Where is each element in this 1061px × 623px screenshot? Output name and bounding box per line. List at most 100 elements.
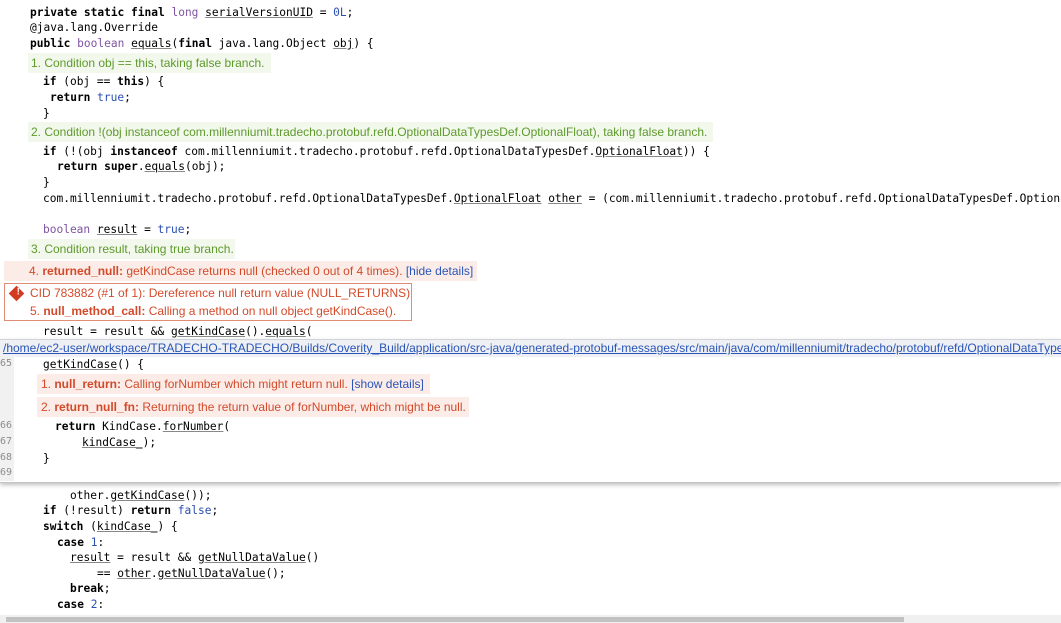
keyword: case bbox=[57, 536, 84, 549]
punct: ( bbox=[83, 520, 97, 533]
code-line-override: @java.lang.Override bbox=[30, 21, 158, 34]
keyword: private static final bbox=[30, 6, 165, 19]
cid-defect-box: ! CID 783882 (#1 of 1): Dereference null… bbox=[4, 283, 412, 321]
code-line-equals-signature: public boolean equals(final java.lang.Ob… bbox=[30, 36, 374, 51]
punct: ; bbox=[346, 6, 354, 19]
keyword: return bbox=[130, 504, 171, 517]
method-name[interactable]: getKindCase bbox=[110, 489, 184, 502]
code-line-other-cast: com.millenniumit.tradecho.protobuf.refd.… bbox=[43, 191, 1061, 206]
code-line-other-getkindcase: other.getKindCase()); bbox=[70, 488, 211, 503]
defect-warning-icon: ! bbox=[8, 285, 25, 302]
identifier: result bbox=[70, 551, 111, 564]
punct: ) { bbox=[353, 37, 374, 50]
code-line-close-brace: } bbox=[43, 452, 50, 465]
code-text: (!result) bbox=[56, 504, 131, 517]
type: boolean bbox=[43, 223, 91, 236]
code-line-serialversionuid: private static final long serialVersionU… bbox=[30, 5, 353, 20]
cid-title[interactable]: CID 783882 (#1 of 1): Dereference null r… bbox=[30, 286, 410, 300]
event-text: Calling forNumber which might return nul… bbox=[121, 377, 352, 391]
code-line-boolean-result: boolean result = true; bbox=[43, 222, 191, 237]
class-name[interactable]: OptionalFloat bbox=[595, 145, 683, 158]
code-text: KindCase. bbox=[95, 420, 163, 433]
punct: : bbox=[97, 598, 105, 611]
class-name[interactable]: OptionalFloat bbox=[454, 192, 542, 205]
punct: ); bbox=[142, 436, 157, 449]
type: long bbox=[171, 6, 199, 19]
keyword: return bbox=[50, 91, 91, 104]
event-text: Returning the return value of forNumber,… bbox=[139, 400, 466, 414]
keyword: if bbox=[43, 145, 57, 158]
event-number: 1. bbox=[41, 377, 55, 391]
event-text: getKindCase returns null (checked 0 out … bbox=[123, 264, 406, 278]
method-name[interactable]: equals bbox=[265, 325, 305, 338]
code-line-return-fornumber: return KindCase.forNumber( bbox=[55, 419, 230, 434]
event-number: 5. bbox=[30, 304, 44, 318]
code-line-result-getkindcase: result = result && getKindCase().equals( bbox=[43, 324, 312, 339]
punct: ; bbox=[184, 223, 192, 236]
method-name[interactable]: forNumber bbox=[163, 420, 224, 433]
punct: ) { bbox=[144, 75, 165, 88]
keyword: case bbox=[57, 598, 84, 611]
method-name[interactable]: getNullDataValue bbox=[198, 551, 306, 564]
code-line-if-not-result: if (!result) return false; bbox=[43, 503, 218, 518]
event-text: Calling a method on null object getKindC… bbox=[145, 304, 397, 318]
method-name[interactable]: getKindCase bbox=[43, 358, 117, 371]
identifier: other bbox=[117, 567, 151, 580]
show-details-link[interactable]: [show details] bbox=[351, 377, 424, 391]
operator: == bbox=[97, 567, 118, 580]
punct: : bbox=[97, 536, 105, 549]
horizontal-scrollbar[interactable] bbox=[0, 615, 1061, 623]
code-line-break: break; bbox=[70, 581, 110, 596]
punct: ( bbox=[223, 420, 231, 433]
line-number: 69 bbox=[0, 467, 13, 478]
punct: () { bbox=[117, 358, 145, 371]
code-text: java.lang.Object bbox=[211, 37, 334, 50]
keyword: public bbox=[30, 37, 71, 50]
line-number: 68 bbox=[0, 452, 13, 463]
code-line-eq-other-nulldata: == other.getNullDataValue(); bbox=[97, 566, 286, 581]
punct: ( bbox=[305, 325, 313, 338]
punct: ) { bbox=[157, 520, 178, 533]
code-text: com.millenniumit.tradecho.protobuf.refd.… bbox=[177, 145, 596, 158]
code-line-return-super: return super.equals(obj); bbox=[57, 159, 225, 174]
hide-details-link[interactable]: [hide details] bbox=[406, 264, 473, 278]
code-text: com.millenniumit.tradecho.protobuf.refd.… bbox=[43, 192, 454, 205]
keyword: return bbox=[55, 420, 96, 433]
code-line-getkindcase-def: getKindCase() { bbox=[43, 357, 144, 372]
method-name[interactable]: getNullDataValue bbox=[158, 567, 266, 580]
type: boolean bbox=[77, 37, 125, 50]
method-name[interactable]: equals bbox=[131, 37, 171, 50]
punct: )) { bbox=[682, 145, 710, 158]
code-text: = (com.millenniumit.tradecho.protobuf.re… bbox=[581, 192, 1061, 205]
punct: (); bbox=[265, 567, 286, 580]
callee-source-popup: /home/ec2-user/workspace/TRADECHO-TRADEC… bbox=[0, 339, 1061, 483]
keyword: if bbox=[43, 75, 57, 88]
scrollbar-thumb[interactable] bbox=[6, 617, 904, 622]
keyword: instanceof bbox=[110, 145, 178, 158]
line-number: 65 bbox=[0, 358, 13, 369]
code-text: (!(obj bbox=[56, 145, 111, 158]
keyword: return super bbox=[57, 160, 138, 173]
punct: ; bbox=[124, 91, 131, 104]
punct: (). bbox=[245, 325, 266, 338]
event-number: 2. bbox=[41, 400, 55, 414]
line-number: 66 bbox=[0, 420, 13, 431]
code-line-return-true: return true; bbox=[50, 90, 131, 105]
popup-event-2-return-null-fn: 2. return_null_fn: Returning the return … bbox=[37, 397, 469, 417]
code-text: result = result && bbox=[43, 325, 171, 338]
punct: ; bbox=[103, 582, 111, 595]
punct: ; bbox=[211, 504, 219, 517]
code-line-if-obj-this: if (obj == this) { bbox=[43, 74, 164, 89]
code-line-case-1: case 1: bbox=[57, 535, 104, 550]
method-name[interactable]: equals bbox=[145, 160, 185, 173]
punct: . bbox=[137, 160, 145, 173]
punct: ()); bbox=[184, 489, 212, 502]
punct: () bbox=[305, 551, 320, 564]
event-tag: return_null_fn: bbox=[54, 400, 140, 414]
code-text: = result && bbox=[110, 551, 198, 564]
keyword: this bbox=[117, 75, 145, 88]
event-note-3: 3. Condition result, taking true branch. bbox=[28, 239, 235, 259]
keyword: break bbox=[70, 582, 104, 595]
method-name[interactable]: getKindCase bbox=[171, 325, 245, 338]
source-file-path-link[interactable]: /home/ec2-user/workspace/TRADECHO-TRADEC… bbox=[0, 339, 1061, 357]
